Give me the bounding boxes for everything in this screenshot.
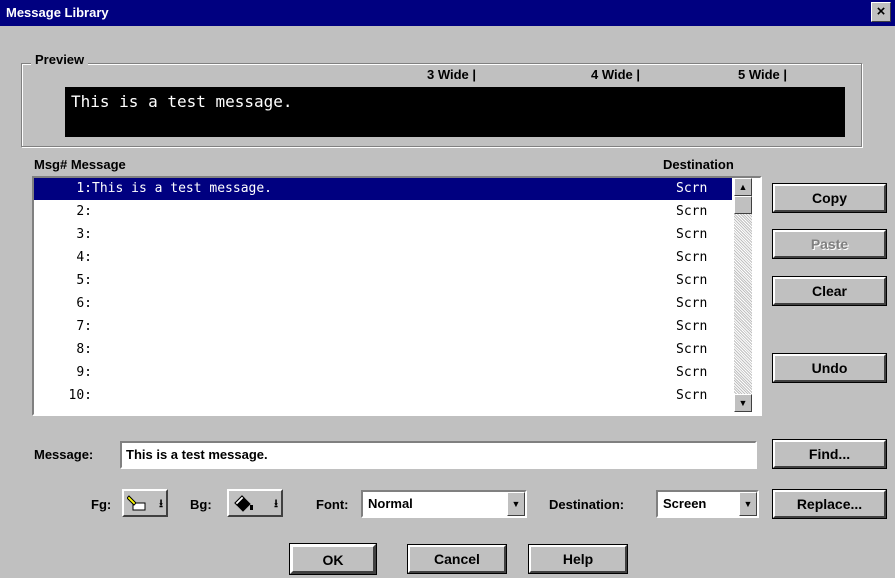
chevron-down-icon[interactable]: ▼ [739,492,757,516]
destination-label: Destination: [549,497,625,512]
list-item[interactable]: 2: Scrn [34,201,732,223]
destination-select[interactable]: Screen ▼ [656,490,759,518]
list-item[interactable]: 7: Scrn [34,316,732,338]
list-item-number: 4: [76,250,92,265]
bg-label: Bg: [190,497,212,512]
fg-label: Fg: [91,497,112,512]
preview-display: This is a test message. [65,87,845,137]
wide-marker-5: 5 Wide | [738,67,788,82]
undo-button[interactable]: Undo [772,353,887,383]
list-item-number: 5: [76,273,92,288]
scroll-down-button[interactable]: ▼ [734,394,752,412]
column-header-msg: Msg# Message [34,157,126,172]
wide-marker-3: 3 Wide | [427,67,477,82]
close-button[interactable]: × [871,2,891,22]
list-item-message: This is a test message. [92,181,273,196]
font-label: Font: [316,497,349,512]
pen-icon [127,495,146,511]
column-header-destination: Destination [663,157,734,172]
cancel-button[interactable]: Cancel [407,544,507,574]
list-item[interactable]: 1: This is a test message. Scrn [34,178,732,200]
arrow-down-icon: ▼ [738,398,748,408]
bg-color-button[interactable]: ⭳ [227,489,283,517]
font-select[interactable]: Normal ▼ [361,490,527,518]
list-scrollbar[interactable]: ▲ ▼ [734,178,752,412]
find-button[interactable]: Find... [772,439,887,469]
list-item-destination: Scrn [676,181,708,196]
window-title: Message Library [6,5,109,20]
list-item-destination: Scrn [676,273,708,288]
destination-value: Screen [663,496,707,511]
title-bar: Message Library × [0,0,895,26]
list-item[interactable]: 3: Scrn [34,224,732,246]
list-item[interactable]: 8: Scrn [34,339,732,361]
dropdown-arrow-icon: ⭳ [159,498,163,510]
list-item-number: 6: [76,296,92,311]
list-item-destination: Scrn [676,319,708,334]
message-input[interactable]: This is a test message. [120,441,757,469]
replace-button[interactable]: Replace... [772,489,887,519]
font-value: Normal [368,496,413,511]
dropdown-arrow-icon: ⭳ [274,498,278,510]
list-item-number: 1: [76,181,92,196]
arrow-up-icon: ▲ [738,182,748,192]
scroll-thumb[interactable] [734,196,752,214]
list-item-destination: Scrn [676,204,708,219]
list-item-destination: Scrn [676,227,708,242]
list-item-number: 8: [76,342,92,357]
list-item-number: 7: [76,319,92,334]
list-item-destination: Scrn [676,342,708,357]
copy-button[interactable]: Copy [772,183,887,213]
help-button[interactable]: Help [528,544,628,574]
close-icon: × [876,3,886,20]
clear-button[interactable]: Clear [772,276,887,306]
paste-button[interactable]: Paste [772,229,887,259]
list-item-destination: Scrn [676,388,708,403]
scroll-up-button[interactable]: ▲ [734,178,752,196]
list-item[interactable]: 5: Scrn [34,270,732,292]
list-item-destination: Scrn [676,365,708,380]
list-item[interactable]: 10: Scrn [34,385,732,407]
list-item[interactable]: 6: Scrn [34,293,732,315]
preview-text: This is a test message. [71,92,293,111]
ok-button[interactable]: OK [289,543,377,575]
fg-color-button[interactable]: ⭳ [122,489,168,517]
chevron-down-icon[interactable]: ▼ [507,492,525,516]
message-list[interactable]: 1: This is a test message. Scrn 2: Scrn 3: Scr… [32,176,762,416]
preview-legend: Preview [31,52,89,67]
list-item-number: 10: [68,388,92,403]
list-item-number: 9: [76,365,92,380]
wide-marker-4: 4 Wide | [591,67,641,82]
list-item-number: 3: [76,227,92,242]
list-item[interactable]: 9: Scrn [34,362,732,384]
list-item-destination: Scrn [676,296,708,311]
message-label: Message: [34,447,94,462]
list-item-number: 2: [76,204,92,219]
list-item[interactable]: 4: Scrn [34,247,732,269]
list-item-destination: Scrn [676,250,708,265]
paint-bucket-icon [234,495,253,512]
